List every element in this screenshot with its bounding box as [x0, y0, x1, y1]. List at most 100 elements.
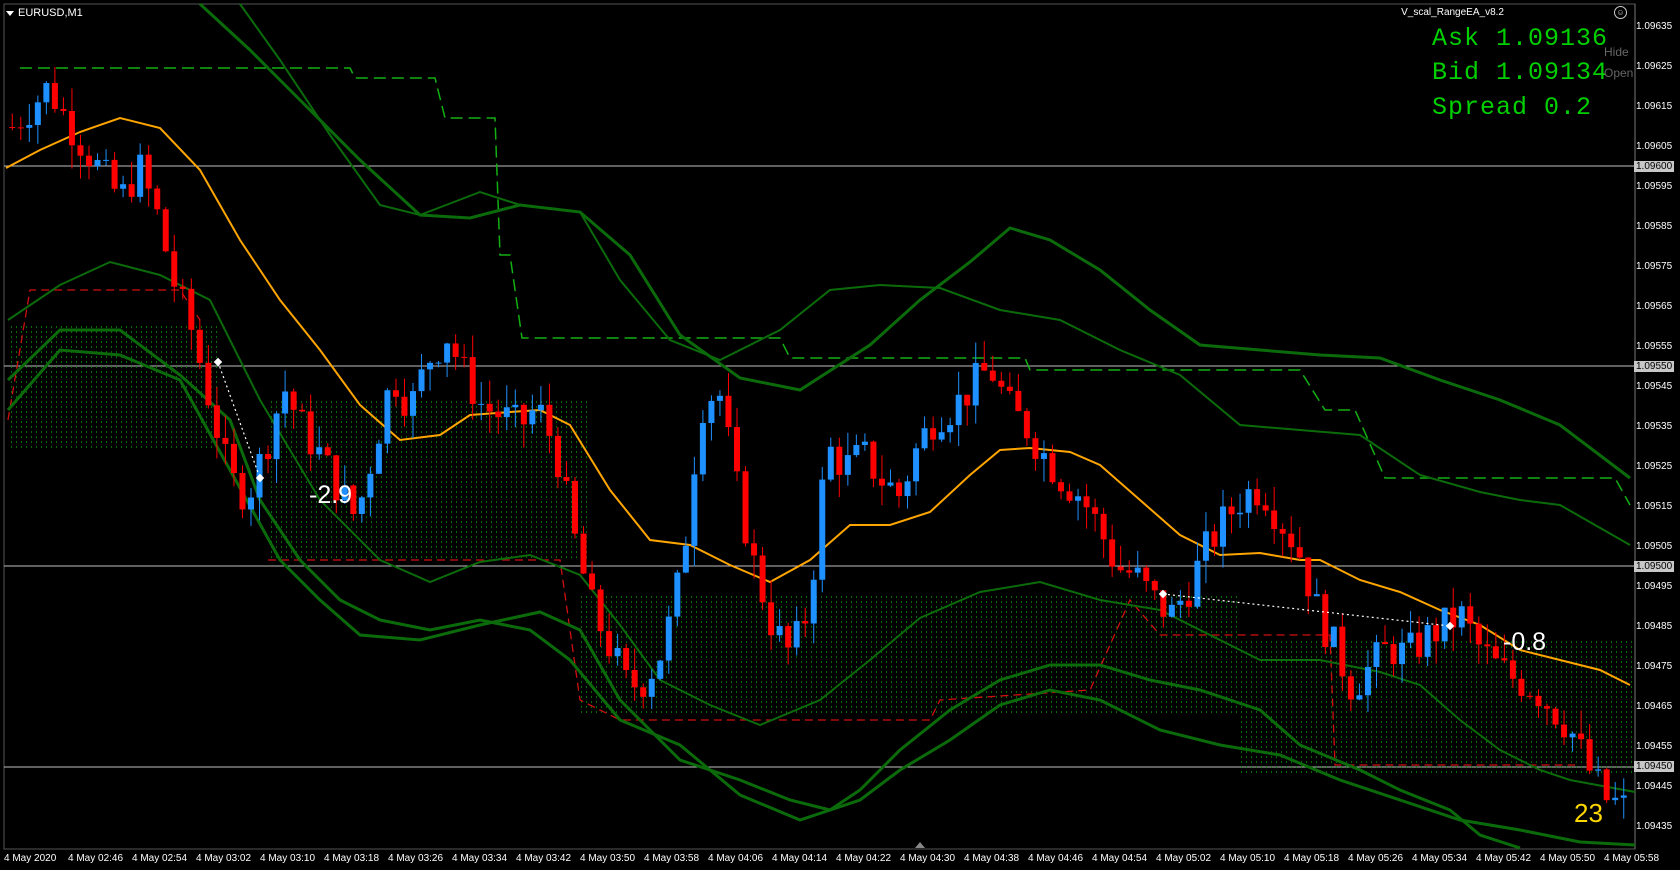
level-price-tag: 1.09450: [1634, 761, 1675, 772]
bear-candle: [836, 446, 843, 475]
expert-name: V_scal_RangeEA_v8.2: [1401, 7, 1504, 18]
bear-candle: [1305, 557, 1312, 597]
price-chart[interactable]: [0, 0, 1680, 870]
time-tick-label: 4 May 05:10: [1220, 853, 1276, 864]
bear-candle: [1578, 733, 1585, 740]
bull-candle: [248, 497, 254, 510]
bull-candle: [1569, 733, 1576, 738]
bear-candle: [1296, 547, 1303, 558]
bull-candle: [1194, 560, 1201, 607]
bear-candle: [17, 127, 24, 129]
bear-candle: [563, 477, 570, 481]
bar-countdown: 23: [1574, 798, 1603, 828]
hide-button[interactable]: Hide: [1604, 45, 1629, 59]
bull-candle: [1177, 600, 1184, 605]
time-tick-label: 4 May 05:02: [1156, 853, 1212, 864]
bear-candle: [401, 396, 408, 416]
level-price-tag: 1.09600: [1634, 161, 1675, 172]
time-tick-label: 4 May 05:34: [1412, 853, 1468, 864]
bear-candle: [60, 108, 67, 111]
bull-candle: [904, 481, 911, 497]
bull-candle: [375, 443, 382, 474]
time-tick-label: 4 May 04:30: [900, 853, 956, 864]
bull-candle: [827, 446, 834, 480]
bull-candle: [1330, 626, 1337, 648]
bull-candle: [1441, 607, 1448, 642]
bull-candle: [1202, 531, 1209, 561]
bear-candle: [1526, 695, 1533, 697]
bull-candle: [682, 545, 689, 573]
bear-candle: [111, 159, 118, 189]
bull-candle: [512, 404, 519, 408]
bull-candle: [1313, 594, 1320, 597]
bear-candle: [392, 390, 399, 397]
smiley-icon[interactable]: ☺: [1614, 6, 1627, 19]
bear-candle: [1066, 491, 1073, 501]
bear-candle: [1518, 678, 1525, 696]
price-tick-label: 1.09505: [1636, 541, 1673, 552]
chevron-down-icon[interactable]: [6, 10, 14, 16]
bull-candle: [972, 362, 979, 406]
bear-candle: [230, 443, 237, 473]
bear-candle: [265, 454, 272, 460]
bull-candle: [1220, 506, 1226, 547]
time-tick-label: 4 May 04:54: [1092, 853, 1148, 864]
bear-candle: [870, 441, 877, 479]
price-tick-label: 1.09515: [1636, 501, 1673, 512]
green-dashed-line: [20, 67, 1631, 506]
price-tick-label: 1.09605: [1636, 141, 1673, 152]
bear-candle: [1382, 642, 1388, 645]
bull-candle: [1075, 496, 1082, 501]
bull-candle: [529, 410, 536, 425]
bull-candle: [819, 479, 826, 580]
bear-candle: [1117, 566, 1124, 571]
bull-candle: [699, 422, 706, 475]
bull-candle: [665, 616, 672, 661]
bull-candle: [776, 626, 783, 636]
bear-candle: [128, 184, 135, 197]
bull-candle: [1424, 625, 1431, 657]
bear-candle: [1467, 606, 1474, 624]
bear-candle: [86, 155, 92, 167]
bear-candle: [725, 395, 732, 428]
bear-candle: [77, 145, 84, 156]
spread-quote: Spread 0.2: [1432, 93, 1593, 122]
bear-candle: [1083, 496, 1090, 508]
price-tick-label: 1.09445: [1636, 781, 1673, 792]
bear-candle: [145, 154, 152, 189]
time-tick-label: 4 May 03:42: [516, 853, 572, 864]
time-tick-label: 4 May 03:26: [388, 853, 444, 864]
bear-candle: [606, 631, 613, 657]
time-tick-label: 4 May 05:58: [1604, 853, 1660, 864]
bear-candle: [1126, 570, 1133, 573]
bear-candle: [589, 573, 596, 590]
bear-candle: [51, 83, 58, 109]
bull-candle: [503, 407, 510, 418]
bull-candle: [648, 678, 655, 697]
bull-candle: [955, 394, 962, 426]
bear-candle: [154, 188, 161, 210]
bear-candle: [1475, 623, 1482, 645]
time-tick-label: 4 May 05:18: [1284, 853, 1340, 864]
chart-window[interactable]: EURUSD,M1 V_scal_RangeEA_v8.2 ☺ Ask 1.09…: [0, 0, 1680, 870]
time-tick-label: 4 May 03:02: [196, 853, 252, 864]
bull-candle: [1620, 795, 1627, 798]
bull-candle: [947, 425, 954, 433]
bear-candle: [751, 543, 758, 556]
time-tick-label: 4 May 04:38: [964, 853, 1020, 864]
bear-candle: [623, 648, 630, 670]
bull-candle: [861, 441, 868, 446]
time-tick-label: 4 May 02:54: [132, 853, 188, 864]
symbol-label[interactable]: EURUSD,M1: [6, 7, 83, 19]
open-button[interactable]: Open: [1604, 66, 1633, 80]
bear-candle: [597, 589, 604, 632]
bear-candle: [1603, 769, 1610, 801]
scroll-marker-icon[interactable]: [915, 842, 925, 848]
time-tick-label: 4 May 02:46: [68, 853, 124, 864]
price-tick-label: 1.09485: [1636, 621, 1673, 632]
bear-candle: [1492, 646, 1499, 659]
bear-candle: [196, 329, 203, 363]
bear-candle: [1228, 506, 1235, 515]
bear-candle: [307, 411, 314, 455]
bull-candle: [418, 369, 425, 392]
